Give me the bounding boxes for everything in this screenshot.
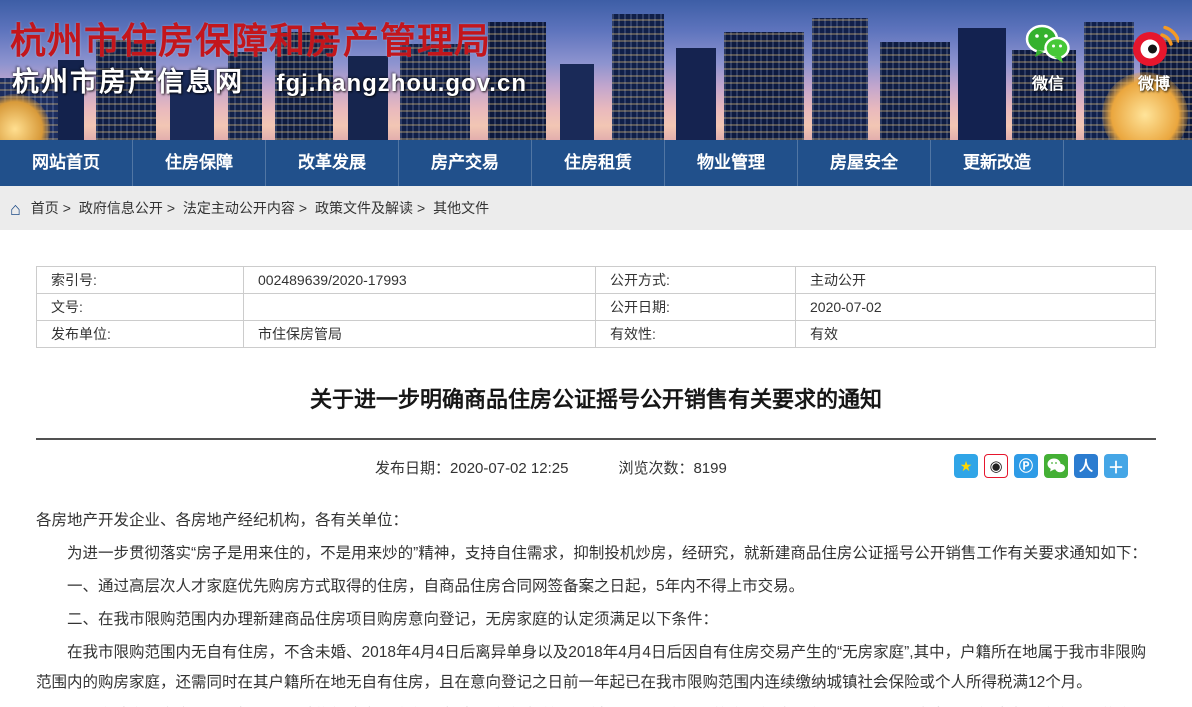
article-paragraph: 在我市限购范围内无自有住房，不含未婚、2018年4月4日后离异单身以及2018年… bbox=[36, 644, 1147, 691]
breadcrumb-home[interactable]: 首页 bbox=[31, 200, 59, 216]
weibo-icon bbox=[1122, 22, 1186, 68]
site-subtitle-row: 杭州市房产信息网 fgj.hangzhou.gov.cn bbox=[12, 60, 527, 99]
publish-date-value: 2020-07-02 12:25 bbox=[450, 460, 569, 477]
share-wechat-icon[interactable] bbox=[1044, 454, 1068, 478]
breadcrumb-separator: > bbox=[417, 200, 426, 216]
site-banner: 杭州市住房保障和房产管理局 杭州市房产信息网 fgj.hangzhou.gov.… bbox=[0, 0, 1192, 140]
breadcrumb-separator: > bbox=[298, 200, 308, 216]
home-icon: ⌂ bbox=[10, 199, 21, 219]
site-url: fgj.hangzhou.gov.cn bbox=[276, 70, 527, 97]
meta-label-index-no: 索引号: bbox=[36, 266, 244, 294]
meta-value-publish-date: 2020-07-02 bbox=[795, 293, 1156, 321]
nav-item-housing-security[interactable]: 住房保障 bbox=[133, 140, 266, 186]
wechat-icon bbox=[1016, 22, 1080, 68]
nav-item-renewal[interactable]: 更新改造 bbox=[931, 140, 1064, 186]
views-label: 浏览次数： bbox=[618, 460, 694, 477]
article-paragraph: 为进一步贯彻落实“房子是用来住的，不是用来炒的”精神，支持自住需求，抑制投机炒房… bbox=[67, 545, 1147, 562]
nav-item-reform[interactable]: 改革发展 bbox=[266, 140, 399, 186]
share-renren-icon[interactable]: 人 bbox=[1074, 454, 1098, 478]
meta-row: 文号: 公开日期: 2020-07-02 bbox=[36, 293, 1156, 321]
share-sina-weibo-icon[interactable]: ◉ bbox=[984, 454, 1008, 478]
main-nav: 网站首页 住房保障 改革发展 房产交易 住房租赁 物业管理 房屋安全 更新改造 bbox=[0, 140, 1192, 186]
share-qzone-icon[interactable]: ★ bbox=[954, 454, 978, 478]
site-subtitle: 杭州市房产信息网 bbox=[12, 67, 244, 97]
meta-value-doc-no bbox=[243, 293, 596, 321]
weibo-social-button[interactable]: 微博 bbox=[1122, 22, 1186, 94]
wechat-label: 微信 bbox=[1031, 76, 1064, 93]
meta-value-validity: 有效 bbox=[795, 320, 1156, 348]
breadcrumb-statutory-disclosure[interactable]: 法定主动公开内容 bbox=[183, 200, 295, 216]
weibo-label: 微博 bbox=[1137, 76, 1170, 93]
meta-label-disclosure-method: 公开方式: bbox=[595, 266, 796, 294]
meta-row: 索引号: 002489639/2020-17993 公开方式: 主动公开 bbox=[36, 266, 1156, 294]
nav-item-home[interactable]: 网站首页 bbox=[0, 140, 133, 186]
breadcrumb-other-docs[interactable]: 其他文件 bbox=[433, 200, 489, 216]
nav-item-rental[interactable]: 住房租赁 bbox=[532, 140, 665, 186]
article-body: 各房地产开发企业、各房地产经纪机构，各有关单位： 为进一步贯彻落实“房子是用来住… bbox=[36, 506, 1156, 707]
publish-info: 发布日期：2020-07-02 12:25 浏览次数：8199 bbox=[375, 457, 727, 478]
meta-label-doc-no: 文号: bbox=[36, 293, 244, 321]
meta-value-disclosure-method: 主动公开 bbox=[795, 266, 1156, 294]
nav-item-transactions[interactable]: 房产交易 bbox=[399, 140, 532, 186]
wechat-social-button[interactable]: 微信 bbox=[1016, 22, 1080, 94]
article-paragraph: 一、通过高层次人才家庭优先购房方式取得的住房，自商品住房合同网签备案之日起，5年… bbox=[67, 578, 805, 595]
share-tencent-icon[interactable]: Ⓟ bbox=[1014, 454, 1038, 478]
article-paragraph: 各房地产开发企业、各房地产经纪机构，各有关单位： bbox=[36, 512, 409, 529]
meta-row: 发布单位: 市住保房管局 有效性: 有效 bbox=[36, 320, 1156, 348]
nav-item-building-safety[interactable]: 房屋安全 bbox=[798, 140, 931, 186]
publish-date-label: 发布日期： bbox=[375, 460, 451, 477]
publish-info-row: 发布日期：2020-07-02 12:25 浏览次数：8199 ★ ◉ Ⓟ 人 ＋ bbox=[36, 454, 1156, 480]
article-page: 索引号: 002489639/2020-17993 公开方式: 主动公开 文号:… bbox=[0, 266, 1192, 707]
breadcrumb-separator: > bbox=[166, 200, 176, 216]
article-title: 关于进一步明确商品住房公证摇号公开销售有关要求的通知 bbox=[36, 348, 1156, 440]
share-more-icon[interactable]: ＋ bbox=[1104, 454, 1128, 478]
breadcrumb-separator: > bbox=[62, 200, 71, 216]
breadcrumb: ⌂ 首页 > 政府信息公开 > 法定主动公开内容 > 政策文件及解读 > 其他文件 bbox=[0, 186, 1192, 230]
document-meta-table: 索引号: 002489639/2020-17993 公开方式: 主动公开 文号:… bbox=[36, 266, 1156, 348]
article-paragraph: 三、房地产开发企业公证摇号公开销售新建商品住房，应对“无房家庭”给予倾斜，提供一… bbox=[36, 701, 1156, 707]
share-bar: ★ ◉ Ⓟ 人 ＋ bbox=[954, 454, 1128, 478]
meta-label-issuer: 发布单位: bbox=[36, 320, 244, 348]
article-paragraph: 二、在我市限购范围内办理新建商品住房项目购房意向登记，无房家庭的认定须满足以下条… bbox=[67, 611, 719, 628]
meta-value-index-no: 002489639/2020-17993 bbox=[243, 266, 596, 294]
meta-value-issuer: 市住保房管局 bbox=[243, 320, 596, 348]
breadcrumb-policy-docs[interactable]: 政策文件及解读 bbox=[315, 200, 413, 216]
site-title[interactable]: 杭州市住房保障和房产管理局 bbox=[10, 12, 491, 64]
views-count: 8199 bbox=[693, 460, 727, 477]
nav-item-property-mgmt[interactable]: 物业管理 bbox=[665, 140, 798, 186]
meta-label-validity: 有效性: bbox=[595, 320, 796, 348]
breadcrumb-gov-info[interactable]: 政府信息公开 bbox=[79, 200, 163, 216]
meta-label-publish-date: 公开日期: bbox=[595, 293, 796, 321]
